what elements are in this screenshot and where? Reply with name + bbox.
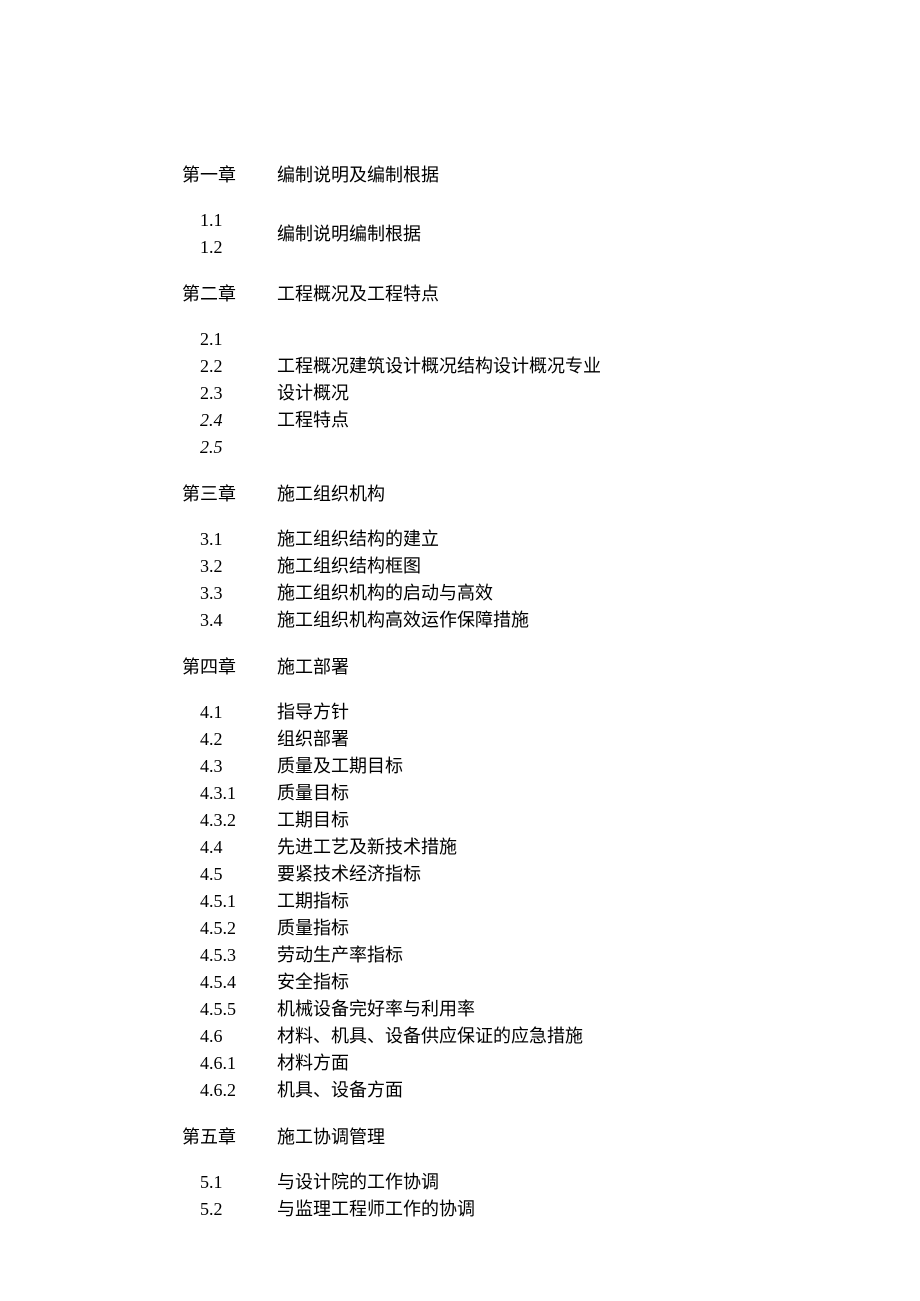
item-numbers-column: 3.1 3.2 3.3 3.4 xyxy=(182,526,277,634)
item-title: 材料方面 xyxy=(277,1050,920,1077)
item-numbers-column: 2.1 2.2 2.3 2.4 2.5 xyxy=(182,326,277,461)
item-title: 质量指标 xyxy=(277,915,920,942)
item-numbers-column: 1.1 1.2 xyxy=(182,207,277,261)
chapter-row: 第三章 施工组织机构 xyxy=(182,481,920,508)
item-title: 工期目标 xyxy=(277,807,920,834)
item-number: 2.3 xyxy=(200,380,277,407)
items-row: 5.1 5.2 与设计院的工作协调 与监理工程师工作的协调 xyxy=(182,1169,920,1223)
chapter-title: 施工部署 xyxy=(277,654,920,681)
table-of-contents: 第一章 编制说明及编制根据 1.1 1.2 编制说明编制根据 第二章 工程概况及… xyxy=(182,162,920,1223)
item-number: 4.6.2 xyxy=(200,1077,277,1104)
item-title: 施工组织结构框图 xyxy=(277,553,920,580)
chapter-title: 施工组织机构 xyxy=(277,481,920,508)
item-titles-column: 工程概况建筑设计概况结构设计概况专业 设计概况 工程特点 xyxy=(277,326,920,461)
item-number: 4.5.4 xyxy=(200,969,277,996)
item-number: 4.2 xyxy=(200,726,277,753)
item-titles-column: 指导方针 组织部署 质量及工期目标 质量目标 工期目标 先进工艺及新技术措施 要… xyxy=(277,699,920,1104)
chapter-title: 施工协调管理 xyxy=(277,1124,920,1151)
item-number: 1.1 xyxy=(200,207,277,234)
item-title: 组织部署 xyxy=(277,726,920,753)
item-number: 4.3 xyxy=(200,753,277,780)
chapter-number: 第一章 xyxy=(182,162,277,189)
item-number: 4.5.3 xyxy=(200,942,277,969)
item-title: 要紧技术经济指标 xyxy=(277,861,920,888)
item-titles-column: 编制说明编制根据 xyxy=(277,207,920,261)
item-number: 3.4 xyxy=(200,607,277,634)
chapter-title: 编制说明及编制根据 xyxy=(277,162,920,189)
item-title: 工程特点 xyxy=(277,407,920,434)
item-title: 编制说明编制根据 xyxy=(277,221,920,248)
items-row: 3.1 3.2 3.3 3.4 施工组织结构的建立 施工组织结构框图 施工组织机… xyxy=(182,526,920,634)
item-number: 4.5.5 xyxy=(200,996,277,1023)
item-number: 4.6.1 xyxy=(200,1050,277,1077)
item-titles-column: 与设计院的工作协调 与监理工程师工作的协调 xyxy=(277,1169,920,1223)
item-title: 施工组织机构的启动与高效 xyxy=(277,580,920,607)
item-number: 4.5 xyxy=(200,861,277,888)
item-title: 安全指标 xyxy=(277,969,920,996)
item-number: 3.3 xyxy=(200,580,277,607)
chapter-number: 第二章 xyxy=(182,281,277,308)
toc-section: 第三章 施工组织机构 3.1 3.2 3.3 3.4 施工组织结构的建立 施工组… xyxy=(182,481,920,634)
item-title: 机具、设备方面 xyxy=(277,1077,920,1104)
item-title: 设计概况 xyxy=(277,380,920,407)
item-title: 先进工艺及新技术措施 xyxy=(277,834,920,861)
item-number: 5.2 xyxy=(200,1196,277,1223)
item-title: 与设计院的工作协调 xyxy=(277,1169,920,1196)
chapter-title: 工程概况及工程特点 xyxy=(277,281,920,308)
chapter-number: 第三章 xyxy=(182,481,277,508)
item-title: 材料、机具、设备供应保证的应急措施 xyxy=(277,1023,920,1050)
item-title: 质量目标 xyxy=(277,780,920,807)
toc-section: 第五章 施工协调管理 5.1 5.2 与设计院的工作协调 与监理工程师工作的协调 xyxy=(182,1124,920,1223)
item-number: 2.2 xyxy=(200,353,277,380)
item-number: 4.5.1 xyxy=(200,888,277,915)
item-number: 2.1 xyxy=(200,326,277,353)
items-row: 4.1 4.2 4.3 4.3.1 4.3.2 4.4 4.5 4.5.1 4.… xyxy=(182,699,920,1104)
item-title: 工程概况建筑设计概况结构设计概况专业 xyxy=(277,353,920,380)
toc-section: 第一章 编制说明及编制根据 1.1 1.2 编制说明编制根据 xyxy=(182,162,920,261)
item-numbers-column: 4.1 4.2 4.3 4.3.1 4.3.2 4.4 4.5 4.5.1 4.… xyxy=(182,699,277,1104)
item-number: 4.4 xyxy=(200,834,277,861)
item-number: 2.5 xyxy=(200,434,277,461)
chapter-row: 第一章 编制说明及编制根据 xyxy=(182,162,920,189)
item-number: 2.4 xyxy=(200,407,277,434)
item-number: 1.2 xyxy=(200,234,277,261)
chapter-number: 第五章 xyxy=(182,1124,277,1151)
item-number: 4.6 xyxy=(200,1023,277,1050)
item-title: 机械设备完好率与利用率 xyxy=(277,996,920,1023)
chapter-number: 第四章 xyxy=(182,654,277,681)
item-number: 5.1 xyxy=(200,1169,277,1196)
item-number: 3.2 xyxy=(200,553,277,580)
item-title: 劳动生产率指标 xyxy=(277,942,920,969)
toc-section: 第二章 工程概况及工程特点 2.1 2.2 2.3 2.4 2.5 工程概况建筑… xyxy=(182,281,920,461)
item-title: 质量及工期目标 xyxy=(277,753,920,780)
item-title: 与监理工程师工作的协调 xyxy=(277,1196,920,1223)
chapter-row: 第五章 施工协调管理 xyxy=(182,1124,920,1151)
item-titles-column: 施工组织结构的建立 施工组织结构框图 施工组织机构的启动与高效 施工组织机构高效… xyxy=(277,526,920,634)
item-number: 4.1 xyxy=(200,699,277,726)
item-number: 4.5.2 xyxy=(200,915,277,942)
item-number: 4.3.1 xyxy=(200,780,277,807)
chapter-row: 第四章 施工部署 xyxy=(182,654,920,681)
item-numbers-column: 5.1 5.2 xyxy=(182,1169,277,1223)
item-title: 工期指标 xyxy=(277,888,920,915)
item-title: 施工组织机构高效运作保障措施 xyxy=(277,607,920,634)
items-row: 1.1 1.2 编制说明编制根据 xyxy=(182,207,920,261)
items-row: 2.1 2.2 2.3 2.4 2.5 工程概况建筑设计概况结构设计概况专业 设… xyxy=(182,326,920,461)
toc-section: 第四章 施工部署 4.1 4.2 4.3 4.3.1 4.3.2 4.4 4.5… xyxy=(182,654,920,1104)
item-title: 指导方针 xyxy=(277,699,920,726)
item-title: 施工组织结构的建立 xyxy=(277,526,920,553)
item-number: 4.3.2 xyxy=(200,807,277,834)
chapter-row: 第二章 工程概况及工程特点 xyxy=(182,281,920,308)
item-number: 3.1 xyxy=(200,526,277,553)
